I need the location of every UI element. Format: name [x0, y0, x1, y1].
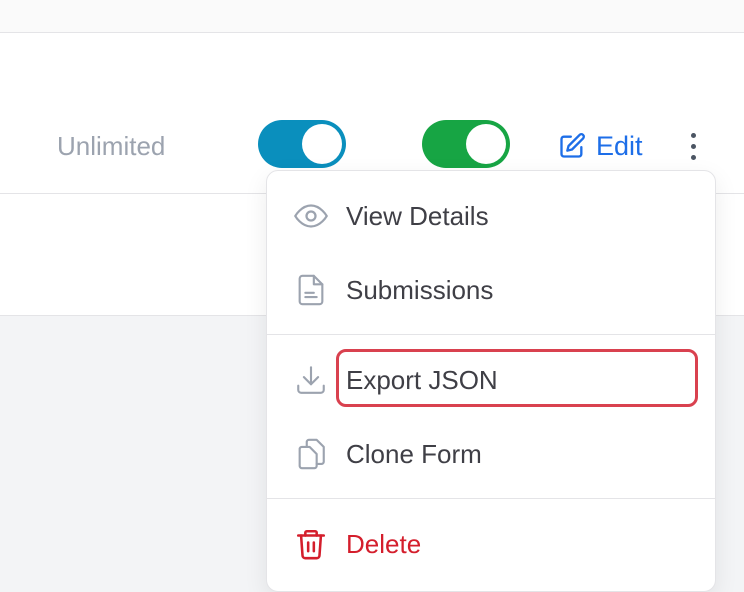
document-icon — [291, 270, 331, 310]
menu-item-submissions[interactable]: Submissions — [267, 258, 715, 322]
pencil-square-icon — [560, 133, 585, 158]
download-icon — [291, 360, 331, 400]
more-options-kebab-icon[interactable] — [681, 129, 705, 163]
menu-item-label: Delete — [346, 528, 422, 559]
copy-icon — [291, 434, 331, 474]
menu-item-label: Submissions — [346, 274, 494, 305]
row-actions-menu: View Details Submissions Export JSON Clo… — [266, 170, 716, 592]
menu-item-label: Clone Form — [346, 438, 482, 469]
toggle-knob — [466, 124, 506, 164]
edit-label: Edit — [596, 130, 643, 161]
menu-item-view-details[interactable]: View Details — [267, 184, 715, 248]
quota-label: Unlimited — [57, 131, 166, 161]
eye-icon — [291, 196, 331, 236]
menu-divider — [267, 334, 715, 335]
menu-item-delete[interactable]: Delete — [267, 512, 715, 576]
menu-divider — [267, 498, 715, 499]
edit-button[interactable]: Edit — [558, 129, 643, 163]
top-strip — [0, 0, 744, 33]
menu-item-label: View Details — [346, 200, 489, 231]
toggle-knob — [302, 124, 342, 164]
menu-item-clone-form[interactable]: Clone Form — [267, 422, 715, 486]
menu-item-export-json[interactable]: Export JSON — [267, 348, 715, 412]
toggle-switch-1[interactable] — [258, 120, 346, 168]
menu-item-label: Export JSON — [346, 364, 498, 395]
toggle-switch-2[interactable] — [422, 120, 510, 168]
trash-icon — [291, 524, 331, 564]
